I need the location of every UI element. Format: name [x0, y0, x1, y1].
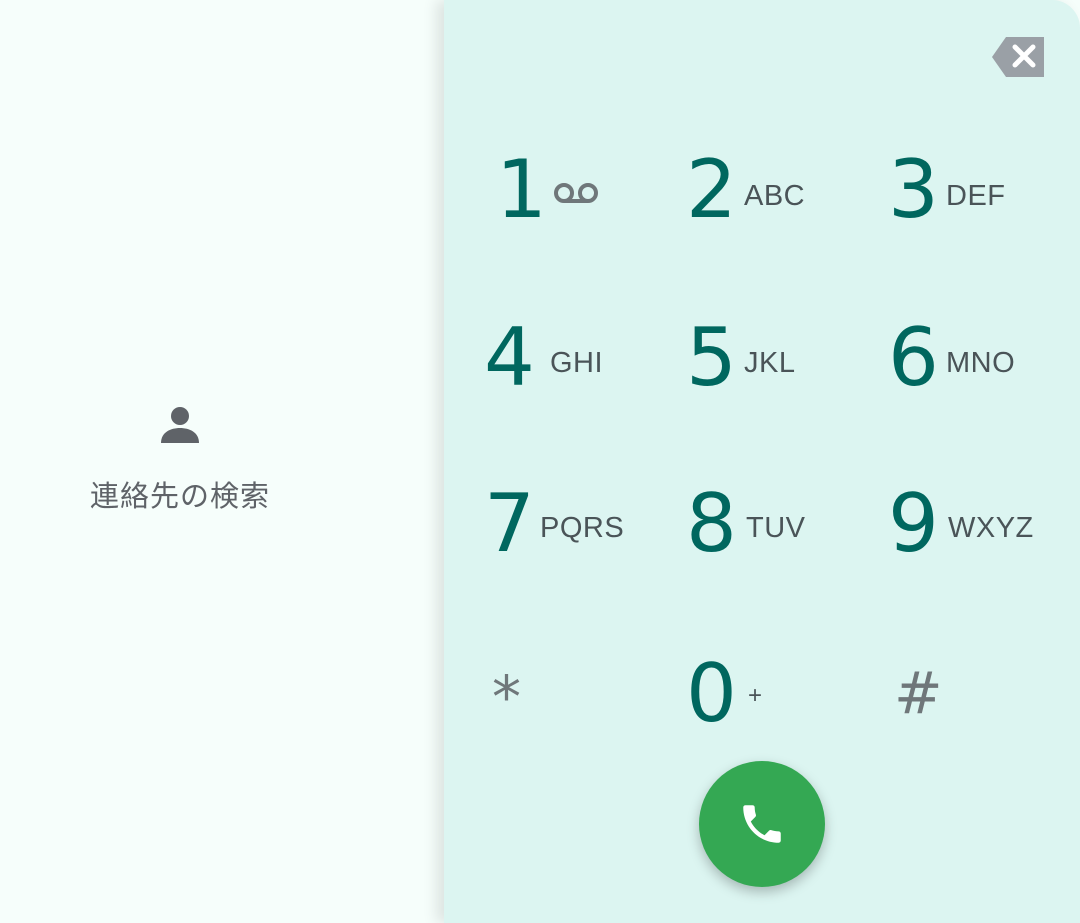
key-digit: 5 [686, 311, 737, 404]
call-button[interactable] [699, 761, 825, 887]
key-digit: # [894, 659, 943, 727]
dial-key-hash[interactable]: # [894, 664, 1080, 784]
voicemail-icon [554, 183, 598, 203]
phone-icon [743, 805, 781, 843]
dialpad: 1 2 ABC 3 DEF 4 GHI 5 JKL 6 MNO 7 PQRS 8… [444, 0, 1080, 923]
key-digit: * [492, 663, 521, 731]
key-digit: 0 [686, 647, 737, 740]
dial-key-4[interactable]: 4 GHI [484, 318, 684, 438]
key-digit: 2 [686, 143, 737, 236]
key-letters: JKL [744, 347, 796, 379]
key-letters: GHI [550, 347, 604, 379]
dial-key-1[interactable]: 1 [496, 150, 696, 270]
contact-search-label: 連絡先の検索 [89, 479, 270, 513]
contacts-pane: 連絡先の検索 [0, 0, 444, 923]
key-digit: 1 [496, 143, 547, 236]
key-digit: 9 [888, 477, 939, 570]
dial-key-star[interactable]: * [492, 668, 692, 788]
key-letters: PQRS [540, 512, 625, 544]
dial-key-3[interactable]: 3 DEF [888, 150, 1080, 270]
backspace-icon[interactable] [990, 35, 1046, 79]
dial-key-7[interactable]: 7 PQRS [484, 484, 684, 604]
dial-key-5[interactable]: 5 JKL [686, 318, 886, 438]
key-letters: ABC [744, 180, 806, 212]
key-digit: 8 [686, 477, 737, 570]
key-digit: 4 [484, 311, 535, 404]
dial-key-6[interactable]: 6 MNO [888, 318, 1080, 438]
dial-key-9[interactable]: 9 WXYZ [888, 484, 1080, 604]
key-digit: 6 [888, 311, 939, 404]
key-letters: + [748, 682, 763, 709]
key-letters: WXYZ [948, 512, 1034, 544]
key-digit: 3 [888, 143, 939, 236]
key-letters: MNO [946, 347, 1016, 379]
contact-search-empty-state[interactable]: 連絡先の検索 [0, 405, 360, 515]
key-letters: DEF [946, 180, 1006, 212]
key-digit: 7 [484, 477, 535, 570]
person-icon [161, 407, 199, 443]
dial-key-8[interactable]: 8 TUV [686, 484, 886, 604]
dial-key-2[interactable]: 2 ABC [686, 150, 886, 270]
key-letters: TUV [746, 512, 806, 544]
dial-key-0[interactable]: 0 + [686, 654, 886, 774]
